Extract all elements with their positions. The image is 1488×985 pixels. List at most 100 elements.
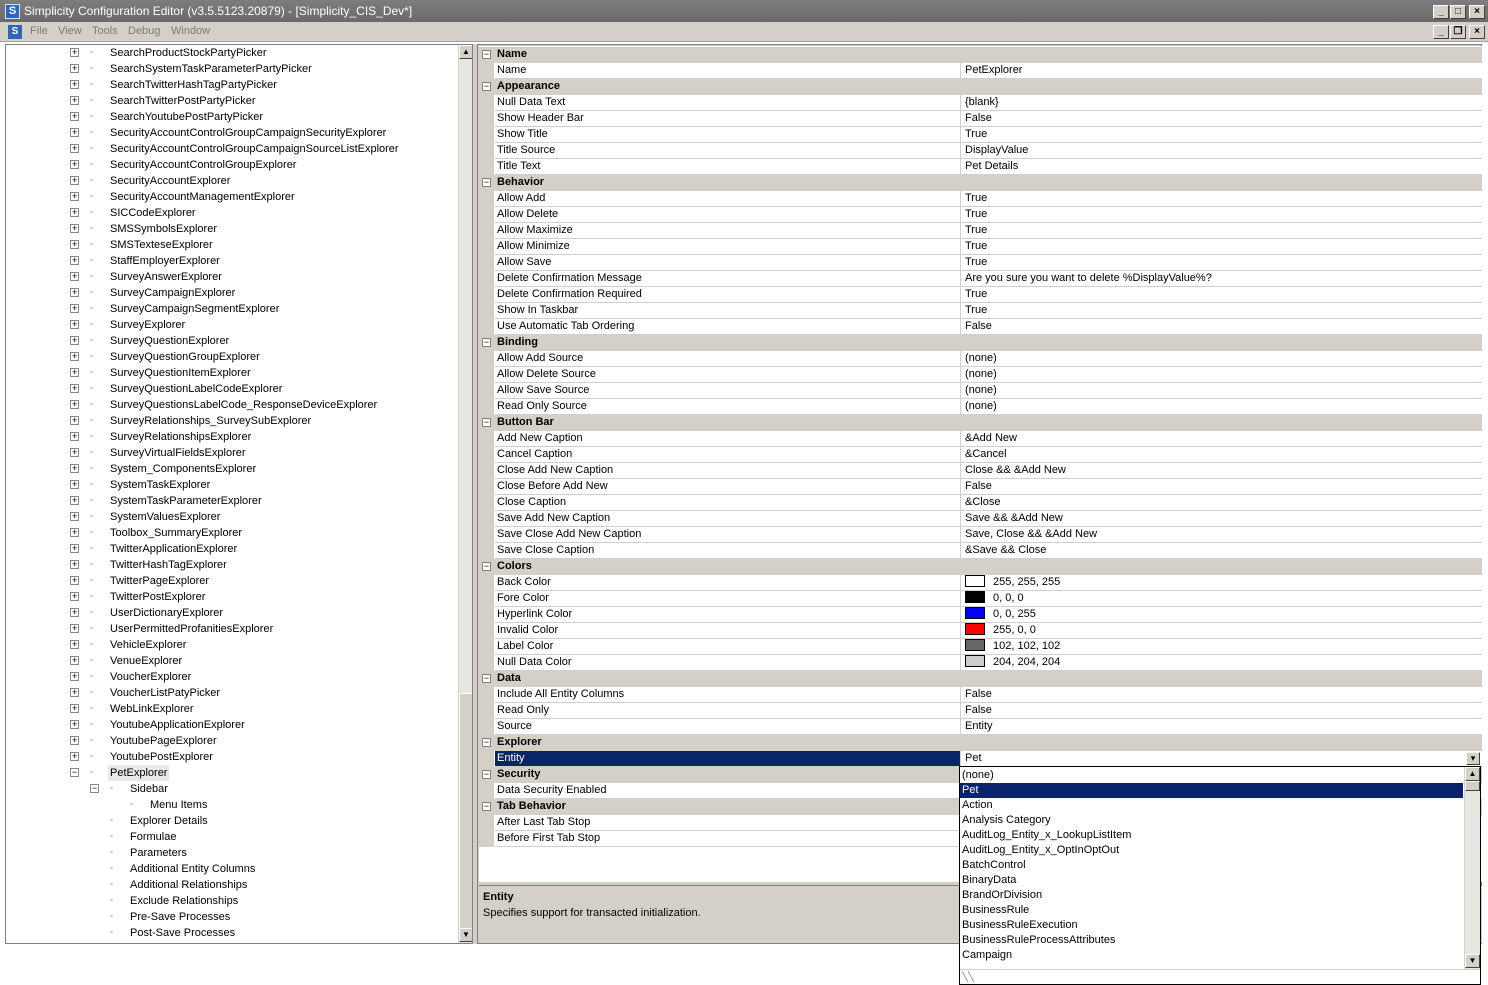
category-row[interactable]: − Behavior	[479, 175, 1482, 191]
dropdown-option[interactable]: AuditLog_Entity_x_OptInOptOut	[960, 843, 1463, 858]
property-row[interactable]: Allow Delete Source (none)	[479, 367, 1482, 383]
property-row[interactable]: Null Data Color 204, 204, 204	[479, 655, 1482, 671]
collapse-icon[interactable]: −	[482, 770, 491, 779]
property-row[interactable]: Save Close Add New Caption Save, Close &&…	[479, 527, 1482, 543]
property-value[interactable]: (none)	[961, 383, 1482, 399]
property-value[interactable]: True	[961, 127, 1482, 143]
tree-item[interactable]: + ▪ SurveyCampaignSegmentExplorer	[6, 301, 456, 317]
expand-icon[interactable]: +	[70, 400, 79, 409]
tree-item[interactable]: + ▪ SurveyRelationships_SurveySubExplorer	[6, 413, 456, 429]
tree-item[interactable]: + ▪ SurveyRelationshipsExplorer	[6, 429, 456, 445]
mdi-minimize-button[interactable]: _	[1433, 25, 1449, 39]
property-row[interactable]: Allow Delete True	[479, 207, 1482, 223]
tree-item[interactable]: + ▪ StaffEmployerExplorer	[6, 253, 456, 269]
tree-item[interactable]: ▪ Explorer Details	[6, 813, 456, 829]
tree-item[interactable]: + ▪ YoutubePageExplorer	[6, 733, 456, 749]
property-row[interactable]: Hyperlink Color 0, 0, 255	[479, 607, 1482, 623]
tree-item[interactable]: + ▪ SecurityAccountControlGroupCampaignSec…	[6, 125, 456, 141]
property-value[interactable]: Save, Close && &Add New	[961, 527, 1482, 543]
property-value[interactable]: False	[961, 319, 1482, 335]
property-name[interactable]: Null Data Text	[495, 95, 961, 111]
tree-item[interactable]: + ▪ SurveyCampaignExplorer	[6, 285, 456, 301]
expand-icon[interactable]: +	[70, 672, 79, 681]
scroll-up-icon[interactable]: ▲	[459, 45, 472, 59]
tree-item[interactable]: + ▪ UserDictionaryExplorer	[6, 605, 456, 621]
tree-item[interactable]: + ▪ System_ComponentsExplorer	[6, 461, 456, 477]
property-name[interactable]: Save Add New Caption	[495, 511, 961, 527]
property-row[interactable]: Save Add New Caption Save && &Add New	[479, 511, 1482, 527]
tree-item[interactable]: + ▪ SystemValuesExplorer	[6, 509, 456, 525]
dropdown-option[interactable]: BrandOrDivision	[960, 888, 1463, 903]
property-name[interactable]: Label Color	[495, 639, 961, 655]
property-name[interactable]: Data Security Enabled	[495, 783, 961, 799]
expand-icon[interactable]: +	[70, 720, 79, 729]
tree-item[interactable]: + ▪ VehicleExplorer	[6, 637, 456, 653]
tree-item[interactable]: ▪ Formulae	[6, 829, 456, 845]
property-value[interactable]: (none)	[961, 367, 1482, 383]
expand-icon[interactable]: +	[70, 448, 79, 457]
expand-icon[interactable]: +	[70, 576, 79, 585]
property-value[interactable]: 0, 0, 0	[961, 591, 1482, 607]
collapse-icon[interactable]: −	[482, 562, 491, 571]
expand-icon[interactable]: +	[70, 528, 79, 537]
tree-item[interactable]: + ▪ SurveyQuestionExplorer	[6, 333, 456, 349]
tree-item[interactable]: ▪ Additional Relationships	[6, 877, 456, 893]
property-value[interactable]: False	[961, 687, 1482, 703]
mdi-restore-button[interactable]: ❐	[1450, 25, 1466, 39]
property-row[interactable]: Delete Confirmation Message Are you sure …	[479, 271, 1482, 287]
tree-item[interactable]: + ▪ SecurityAccountExplorer	[6, 173, 456, 189]
scroll-thumb[interactable]	[459, 693, 472, 929]
maximize-button[interactable]: □	[1450, 5, 1466, 19]
expand-icon[interactable]: +	[70, 144, 79, 153]
tree-item[interactable]: + ▪ SurveyAnswerExplorer	[6, 269, 456, 285]
property-row[interactable]: Source Entity	[479, 719, 1482, 735]
category-row[interactable]: − Binding	[479, 335, 1482, 351]
property-row[interactable]: Read Only Source (none)	[479, 399, 1482, 415]
expand-icon[interactable]: +	[70, 688, 79, 697]
property-name[interactable]: Source	[495, 719, 961, 735]
property-value[interactable]: Pet ▾	[961, 751, 1482, 767]
property-row[interactable]: Allow Maximize True	[479, 223, 1482, 239]
property-name[interactable]: Delete Confirmation Required	[495, 287, 961, 303]
property-name[interactable]: Save Close Add New Caption	[495, 527, 961, 543]
collapse-icon[interactable]: −	[482, 738, 491, 747]
property-name[interactable]: Before First Tab Stop	[495, 831, 961, 847]
property-row[interactable]: Entity Pet ▾	[479, 751, 1482, 767]
property-value[interactable]: (none)	[961, 399, 1482, 415]
property-name[interactable]: Hyperlink Color	[495, 607, 961, 623]
property-row[interactable]: Title Text Pet Details	[479, 159, 1482, 175]
property-name[interactable]: Allow Delete	[495, 207, 961, 223]
property-name[interactable]: Title Source	[495, 143, 961, 159]
minimize-button[interactable]: _	[1433, 5, 1449, 19]
expand-icon[interactable]: +	[70, 208, 79, 217]
dropdown-option[interactable]: Campaign	[960, 948, 1463, 963]
tree-item[interactable]: + ▪ SearchProductStockPartyPicker	[6, 45, 456, 61]
menu-view[interactable]: View	[58, 25, 82, 37]
property-value[interactable]: True	[961, 207, 1482, 223]
expand-icon[interactable]: +	[70, 272, 79, 281]
property-row[interactable]: Add New Caption &Add New	[479, 431, 1482, 447]
property-name[interactable]: Close Caption	[495, 495, 961, 511]
property-value[interactable]: &Add New	[961, 431, 1482, 447]
property-name[interactable]: Close Add New Caption	[495, 463, 961, 479]
expand-icon[interactable]: +	[70, 176, 79, 185]
property-value[interactable]: True	[961, 255, 1482, 271]
dropdown-arrow-icon[interactable]: ▾	[1466, 752, 1480, 765]
property-value[interactable]: &Close	[961, 495, 1482, 511]
property-value[interactable]: Save && &Add New	[961, 511, 1482, 527]
property-name[interactable]: Allow Add	[495, 191, 961, 207]
property-row[interactable]: Title Source DisplayValue	[479, 143, 1482, 159]
tree-item[interactable]: + ▪ TwitterPageExplorer	[6, 573, 456, 589]
expand-icon[interactable]: +	[70, 544, 79, 553]
property-value[interactable]: Close && &Add New	[961, 463, 1482, 479]
property-name[interactable]: Read Only	[495, 703, 961, 719]
expand-icon[interactable]: +	[70, 80, 79, 89]
property-name[interactable]: Back Color	[495, 575, 961, 591]
property-value[interactable]: {blank}	[961, 95, 1482, 111]
entity-dropdown-list[interactable]: (none) Pet Action Analysis Category AuditLog…	[959, 766, 1481, 985]
property-name[interactable]: Allow Maximize	[495, 223, 961, 239]
property-value[interactable]: True	[961, 191, 1482, 207]
property-name[interactable]: After Last Tab Stop	[495, 815, 961, 831]
tree-item[interactable]: + ▪ SurveyQuestionGroupExplorer	[6, 349, 456, 365]
scroll-thumb[interactable]	[1465, 781, 1480, 791]
